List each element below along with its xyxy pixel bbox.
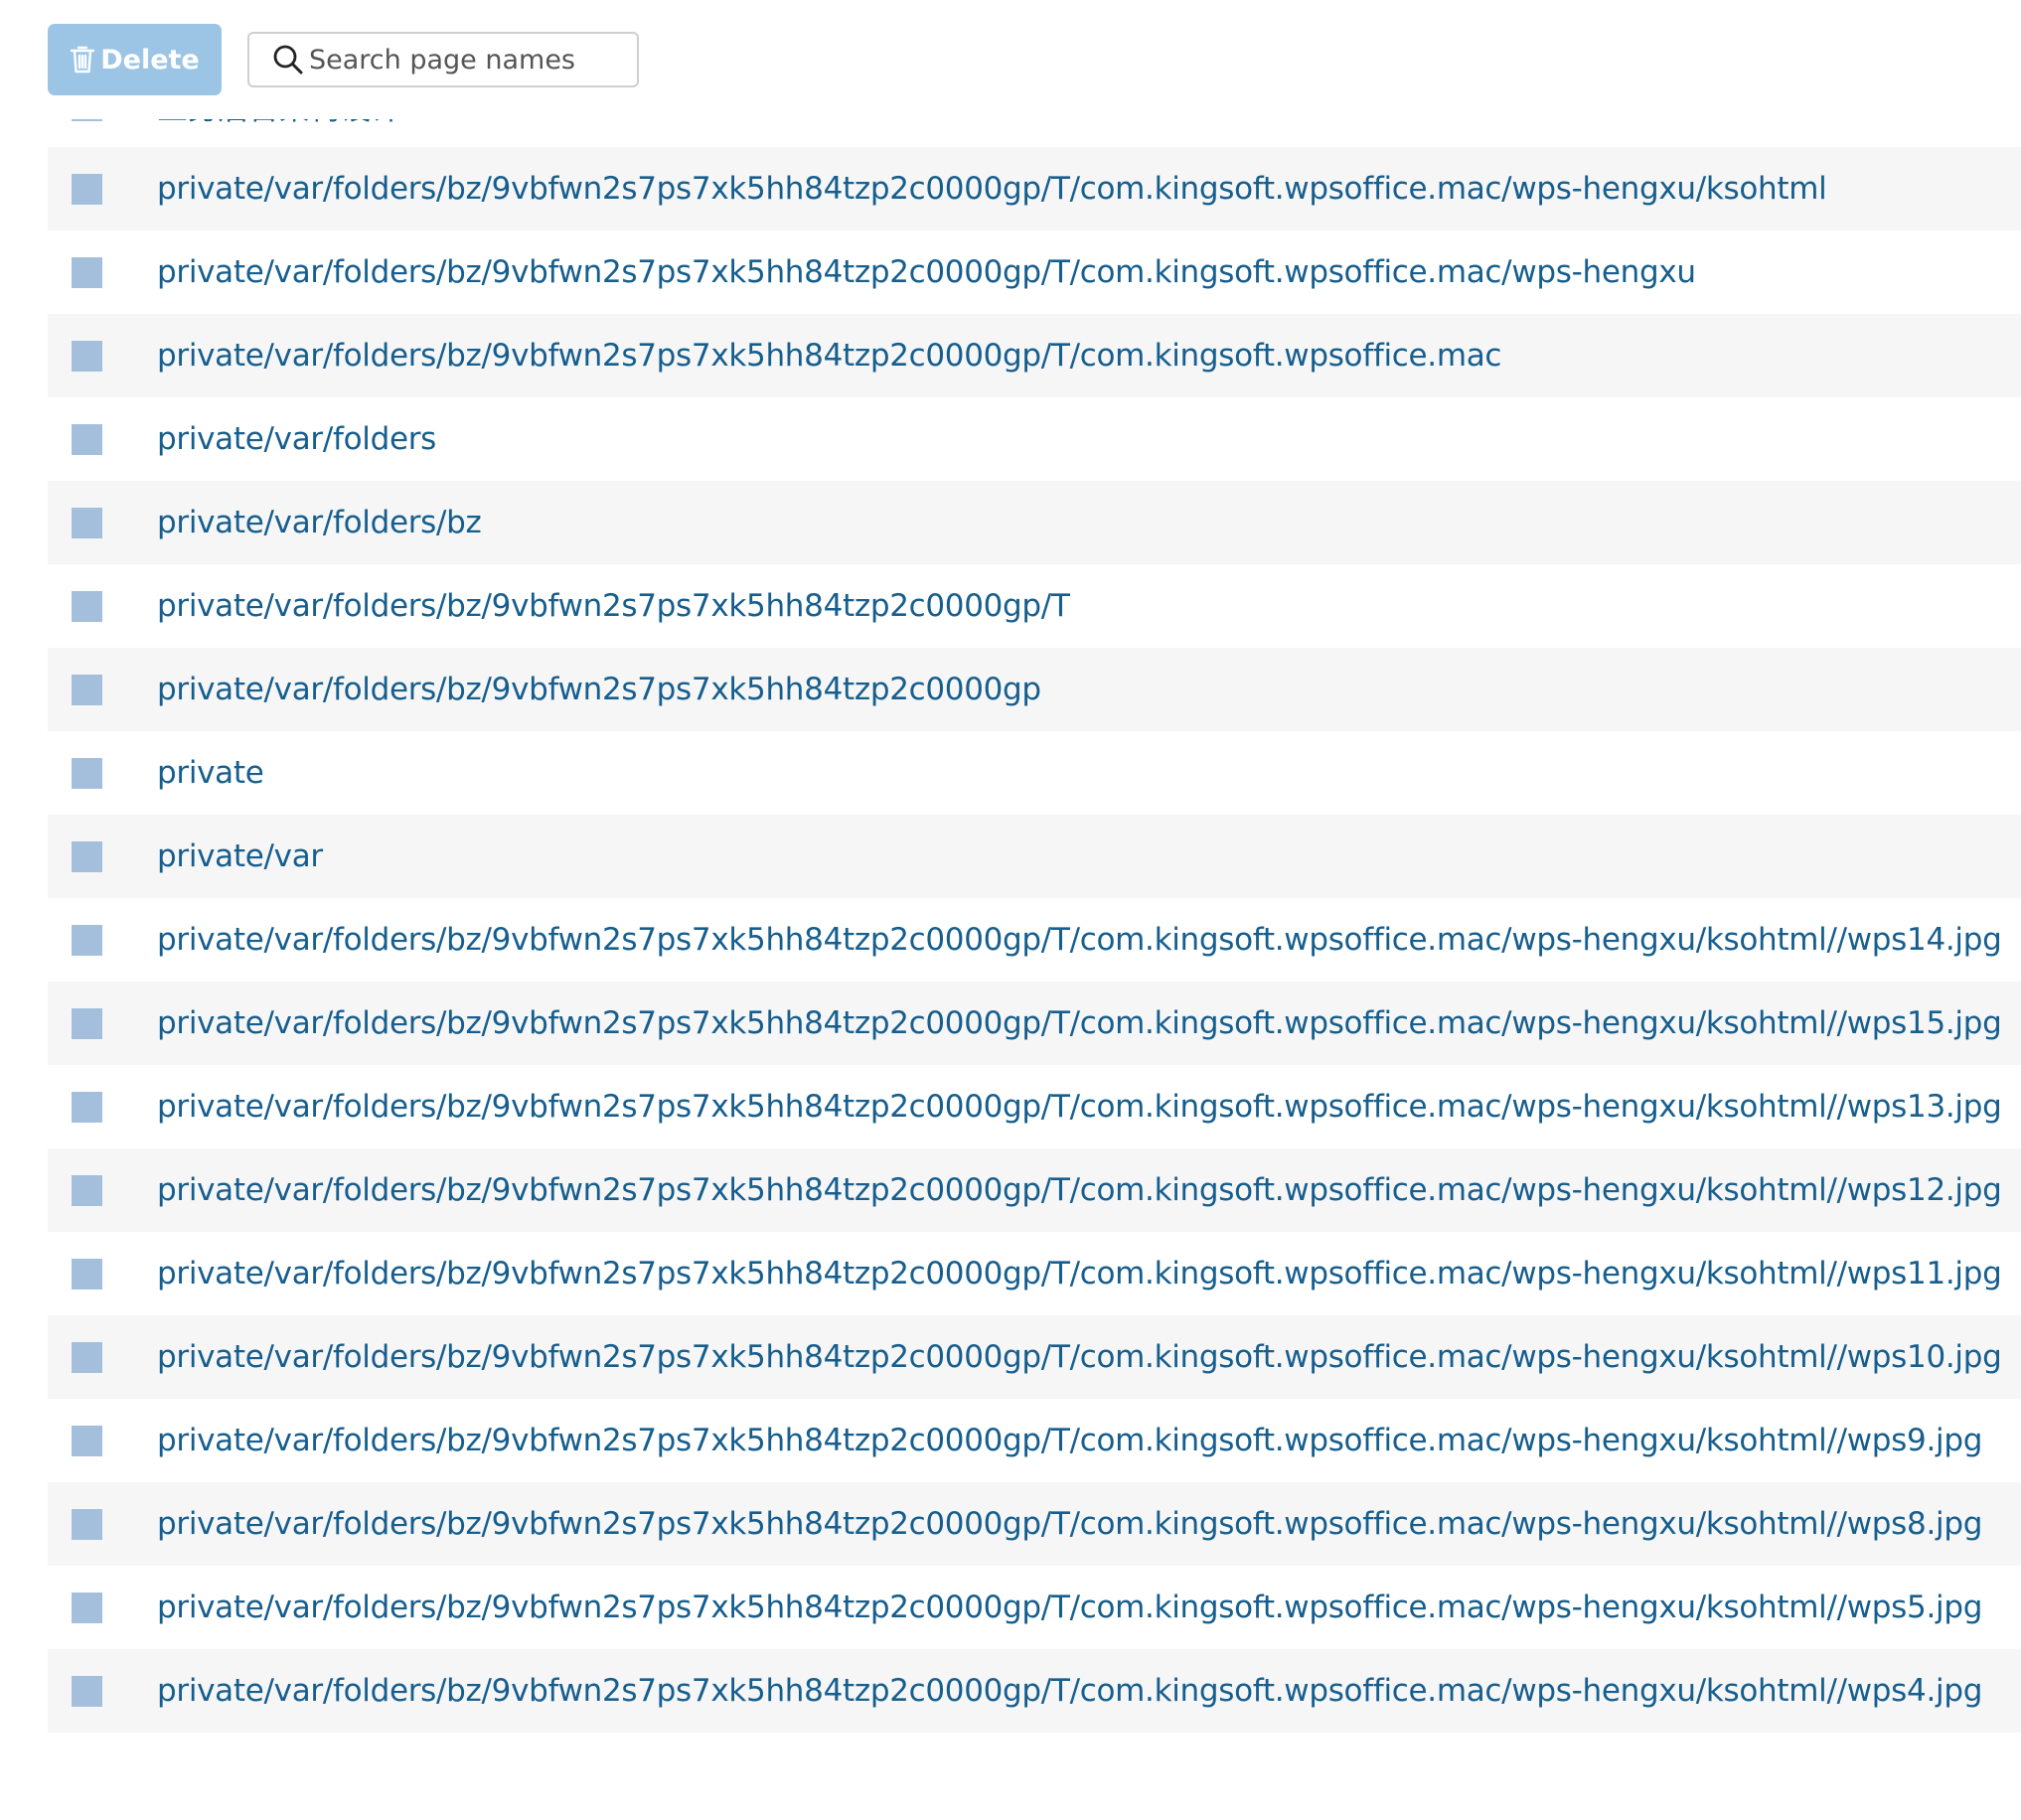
delete-button[interactable]: Delete <box>48 24 222 95</box>
page-name-link[interactable]: private/var/folders/bz/9vbfwn2s7ps7xk5hh… <box>157 1339 2002 1375</box>
page-name-link[interactable]: private/var/folders/bz/9vbfwn2s7ps7xk5hh… <box>157 338 1501 374</box>
row-checkbox[interactable] <box>72 757 102 789</box>
search-box[interactable] <box>247 32 639 87</box>
row-checkbox[interactable] <box>72 1592 102 1623</box>
page-name-link[interactable]: private/var/folders/bz/9vbfwn2s7ps7xk5hh… <box>157 1172 2002 1208</box>
page-name-link[interactable]: private/var/folders/bz/9vbfwn2s7ps7xk5hh… <box>157 1590 1982 1625</box>
list-item: private/var/folders/bz/9vbfwn2s7ps7xk5hh… <box>48 1482 2021 1566</box>
page-list[interactable]: 业务后台架构设计 private/var/folders/bz/9vbfwn2s7… <box>48 119 2021 1760</box>
page-name-link[interactable]: private/var/folders/bz/9vbfwn2s7ps7xk5hh… <box>157 1089 2002 1125</box>
row-checkbox[interactable] <box>72 674 102 705</box>
list-item: private/var/folders/bz/9vbfwn2s7ps7xk5hh… <box>48 898 2021 982</box>
trash-icon <box>70 45 95 75</box>
page-name-link[interactable]: private/var <box>157 838 323 874</box>
list-item: private/var <box>48 815 2021 898</box>
row-checkbox[interactable] <box>72 1091 102 1123</box>
list-item: private/var/folders/bz/9vbfwn2s7ps7xk5hh… <box>48 1148 2021 1232</box>
page-name-link[interactable]: private/var/folders/bz/9vbfwn2s7ps7xk5hh… <box>157 1005 2002 1041</box>
page-name-link[interactable]: private/var/folders/bz/9vbfwn2s7ps7xk5hh… <box>157 1673 1982 1709</box>
toolbar: Delete <box>48 24 639 95</box>
row-checkbox[interactable] <box>72 256 102 288</box>
delete-button-label: Delete <box>100 44 200 76</box>
row-checkbox[interactable] <box>72 173 102 205</box>
row-checkbox[interactable] <box>72 1258 102 1289</box>
list-item: private/var/folders/bz <box>48 481 2021 564</box>
row-checkbox[interactable] <box>72 924 102 956</box>
row-checkbox[interactable] <box>72 1007 102 1039</box>
page-name-link[interactable]: private/var/folders/bz <box>157 505 482 540</box>
row-checkbox[interactable] <box>72 1341 102 1373</box>
row-checkbox[interactable] <box>72 340 102 372</box>
list-item: private/var/folders/bz/9vbfwn2s7ps7xk5hh… <box>48 1566 2021 1649</box>
list-item: private/var/folders/bz/9vbfwn2s7ps7xk5hh… <box>48 147 2021 230</box>
list-item: private/var/folders <box>48 397 2021 481</box>
list-item: private/var/folders/bz/9vbfwn2s7ps7xk5hh… <box>48 564 2021 648</box>
list-item: private/var/folders/bz/9vbfwn2s7ps7xk5hh… <box>48 1232 2021 1315</box>
page-name-link[interactable]: private/var/folders/bz/9vbfwn2s7ps7xk5hh… <box>157 1506 1982 1542</box>
list-item: private <box>48 731 2021 815</box>
row-checkbox[interactable] <box>72 1508 102 1540</box>
row-checkbox[interactable] <box>72 119 102 121</box>
list-item: private/var/folders/bz/9vbfwn2s7ps7xk5hh… <box>48 1065 2021 1148</box>
page-name-link[interactable]: private/var/folders/bz/9vbfwn2s7ps7xk5hh… <box>157 922 2002 958</box>
list-item: private/var/folders/bz/9vbfwn2s7ps7xk5hh… <box>48 1315 2021 1399</box>
row-checkbox[interactable] <box>72 423 102 455</box>
list-item: private/var/folders/bz/9vbfwn2s7ps7xk5hh… <box>48 982 2021 1065</box>
search-icon <box>271 43 305 76</box>
row-checkbox[interactable] <box>72 840 102 872</box>
page-name-link[interactable]: private/var/folders/bz/9vbfwn2s7ps7xk5hh… <box>157 588 1070 624</box>
page-name-link[interactable]: private <box>157 755 264 791</box>
row-checkbox[interactable] <box>72 1174 102 1206</box>
list-item: private/var/folders/bz/9vbfwn2s7ps7xk5hh… <box>48 1649 2021 1733</box>
list-item: private/var/folders/bz/9vbfwn2s7ps7xk5hh… <box>48 230 2021 314</box>
row-checkbox[interactable] <box>72 507 102 538</box>
list-item: private/var/folders/bz/9vbfwn2s7ps7xk5hh… <box>48 1399 2021 1482</box>
list-item: private/var/folders/bz/9vbfwn2s7ps7xk5hh… <box>48 314 2021 397</box>
list-item: private/var/folders/bz/9vbfwn2s7ps7xk5hh… <box>48 648 2021 731</box>
page-name-link[interactable]: private/var/folders <box>157 421 436 457</box>
list-item: 业务后台架构设计 <box>48 119 2021 147</box>
search-input[interactable] <box>309 44 627 76</box>
page-name-link[interactable]: private/var/folders/bz/9vbfwn2s7ps7xk5hh… <box>157 254 1696 290</box>
page-name-link[interactable]: private/var/folders/bz/9vbfwn2s7ps7xk5hh… <box>157 672 1041 707</box>
page-name-link[interactable]: private/var/folders/bz/9vbfwn2s7ps7xk5hh… <box>157 1423 1982 1458</box>
row-checkbox[interactable] <box>72 1675 102 1707</box>
row-checkbox[interactable] <box>72 590 102 622</box>
page-name-link[interactable]: private/var/folders/bz/9vbfwn2s7ps7xk5hh… <box>157 1256 2002 1291</box>
row-checkbox[interactable] <box>72 1425 102 1456</box>
page-name-link[interactable]: private/var/folders/bz/9vbfwn2s7ps7xk5hh… <box>157 171 1827 207</box>
page-name-link[interactable]: 业务后台架构设计 <box>157 119 401 128</box>
